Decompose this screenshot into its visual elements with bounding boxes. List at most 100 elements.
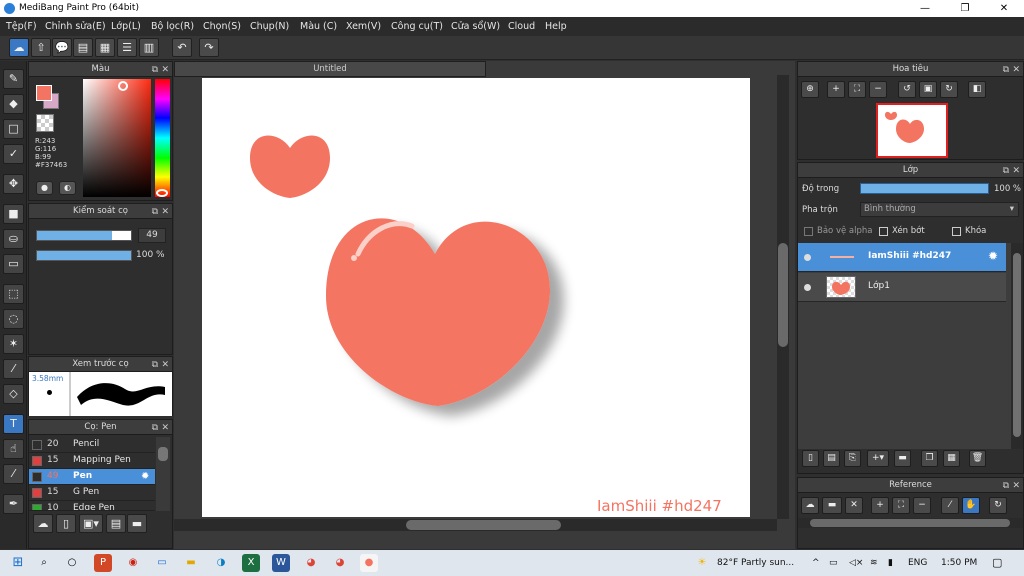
note-icon[interactable]: ▤ [73,38,93,57]
menu-snap[interactable]: Chụp(N) [250,21,289,32]
copy-layer-icon[interactable]: ❐ [921,450,938,467]
close-panel-icon[interactable]: ✕ [161,63,169,78]
brush-settings-icon[interactable]: ▤ [106,514,126,533]
volume-icon[interactable]: ◁× [849,558,863,568]
windows-start-icon[interactable]: ⊞ [9,554,27,572]
clipping-checkbox[interactable] [879,227,888,236]
protect-alpha-checkbox[interactable] [804,227,813,236]
brush-item-mapping-pen[interactable]: 15 Mapping Pen [29,453,155,469]
comment-icon[interactable]: 💬 [52,38,72,57]
close-panel-icon[interactable]: ✕ [161,358,169,373]
foreground-color-swatch[interactable] [36,85,52,101]
fill-shape-tool-icon[interactable]: ■ [3,204,24,224]
close-panel-icon[interactable]: ✕ [1012,164,1020,179]
eyedropper-tool-icon[interactable]: ⁄ [3,464,24,484]
undock-icon[interactable]: ⧉ [1003,164,1009,179]
recorder-icon[interactable]: ◉ [124,554,142,572]
text-tool-icon[interactable]: T [3,414,24,434]
powerpoint-icon[interactable]: P [94,554,112,572]
delete-layer-icon[interactable]: 🗑 [969,450,986,467]
list-icon[interactable]: ☰ [117,38,137,57]
search-icon[interactable]: ⌕ [35,554,53,572]
brush-item-edge-pen[interactable]: 10 Edge Pen [29,501,155,511]
notification-icon[interactable]: ▢ [992,556,1002,569]
close-panel-icon[interactable]: ✕ [161,421,169,436]
select-eraser-tool-icon[interactable]: ◇ [3,384,24,404]
tray-chevron-icon[interactable]: ^ [812,558,820,568]
add-brush-dropdown-icon[interactable]: ▣▾ [79,514,103,533]
reference-zoom-out-icon[interactable]: − [913,497,931,514]
grid-icon[interactable]: ▥ [139,38,159,57]
word-icon[interactable]: W [272,554,290,572]
visibility-icon[interactable] [804,284,811,291]
gear-icon[interactable]: ✹ [141,469,149,484]
medibang-icon[interactable]: ● [360,554,378,572]
scroll-thumb[interactable] [1013,253,1021,437]
menu-edit[interactable]: Chỉnh sửa(E) [45,21,106,32]
select-rect-tool-icon[interactable]: ⬚ [3,284,24,304]
brush-size-slider[interactable] [36,230,132,241]
zoom-out-icon[interactable]: − [869,81,887,98]
menu-color[interactable]: Màu (C) [300,21,337,32]
undock-icon[interactable]: ⧉ [152,358,158,373]
chrome-icon-2[interactable]: ◕ [331,554,349,572]
excel-icon[interactable]: X [242,554,260,572]
hue-slider[interactable] [155,79,170,197]
reference-close-icon[interactable]: ✕ [845,497,863,514]
eraser-tool-icon[interactable]: ◆ [3,94,24,114]
task-view-icon[interactable]: ○ [63,554,81,572]
reference-cloud-icon[interactable]: ☁ [801,497,819,514]
reference-scrollbar[interactable] [798,518,1023,528]
duplicate-layer-icon[interactable]: ⎘ [844,450,861,467]
undock-icon[interactable]: ⧉ [1003,63,1009,78]
chrome-icon[interactable]: ◕ [302,554,320,572]
canvas-vertical-scrollbar[interactable] [777,75,789,519]
edge-icon[interactable]: ◑ [212,554,230,572]
close-button[interactable]: ✕ [984,0,1024,17]
scroll-thumb[interactable] [406,520,561,530]
gradient-tool-icon[interactable]: ▭ [3,254,24,274]
layer-row-layer1[interactable]: Lớp1 [798,273,1006,302]
reference-zoom-in-icon[interactable]: + [871,497,889,514]
zoom-in-icon[interactable]: + [827,81,845,98]
gear-icon[interactable]: ✹ [988,249,998,263]
color-picker-cursor[interactable] [118,81,128,91]
scroll-thumb[interactable] [778,243,788,347]
operation-tool-icon[interactable]: ☝ [3,439,24,459]
rotate-left-icon[interactable]: ↺ [898,81,916,98]
maximize-button[interactable]: ❐ [945,0,985,17]
cloud-icon[interactable]: ☁ [9,38,29,57]
undock-icon[interactable]: ⧉ [152,421,158,436]
canvas-horizontal-scrollbar[interactable] [174,519,777,531]
reference-rotate-icon[interactable]: ↻ [989,497,1007,514]
menu-cloud[interactable]: Cloud [508,21,535,32]
palette-icon[interactable]: ● [36,181,53,195]
brush-folder-icon[interactable]: ▬ [127,514,147,533]
close-panel-icon[interactable]: ✕ [1012,479,1020,494]
menu-tools[interactable]: Công cụ(T) [391,21,443,32]
brush-list-scrollbar[interactable] [156,437,170,511]
shape-tool-icon[interactable]: □ [3,119,24,139]
panel-icon[interactable]: ▦ [95,38,115,57]
canvas-paper[interactable]: IamShiii #hd247 [202,78,750,517]
menu-file[interactable]: Tệp(F) [6,21,37,32]
brush-item-g-pen[interactable]: 15 G Pen [29,485,155,501]
undo-icon[interactable]: ↶ [172,38,192,57]
visibility-icon[interactable] [804,254,811,261]
monitor-icon[interactable]: ▭ [153,554,171,572]
flip-icon[interactable]: ◧ [968,81,986,98]
undock-icon[interactable]: ⧉ [152,63,158,78]
bucket-tool-icon[interactable]: ⛀ [3,229,24,249]
blend-mode-select[interactable]: Bình thường ▾ [860,202,1019,217]
magic-wand-tool-icon[interactable]: ✶ [3,334,24,354]
file-explorer-icon[interactable]: ▬ [182,554,200,572]
transparent-color-swatch[interactable] [36,114,54,132]
layer-row-text[interactable]: IamShiii #hd247 ✹ [798,243,1006,272]
select-pen-tool-icon[interactable]: ⁄ [3,359,24,379]
wifi-icon[interactable]: ≋ [870,558,878,568]
move-tool-icon[interactable]: ✥ [3,174,24,194]
menu-filter[interactable]: Bộ lọc(R) [151,21,194,32]
clock[interactable]: 1:50 PM [941,558,977,568]
redo-icon[interactable]: ↷ [199,38,219,57]
brush-item-pencil[interactable]: 20 Pencil [29,437,155,453]
